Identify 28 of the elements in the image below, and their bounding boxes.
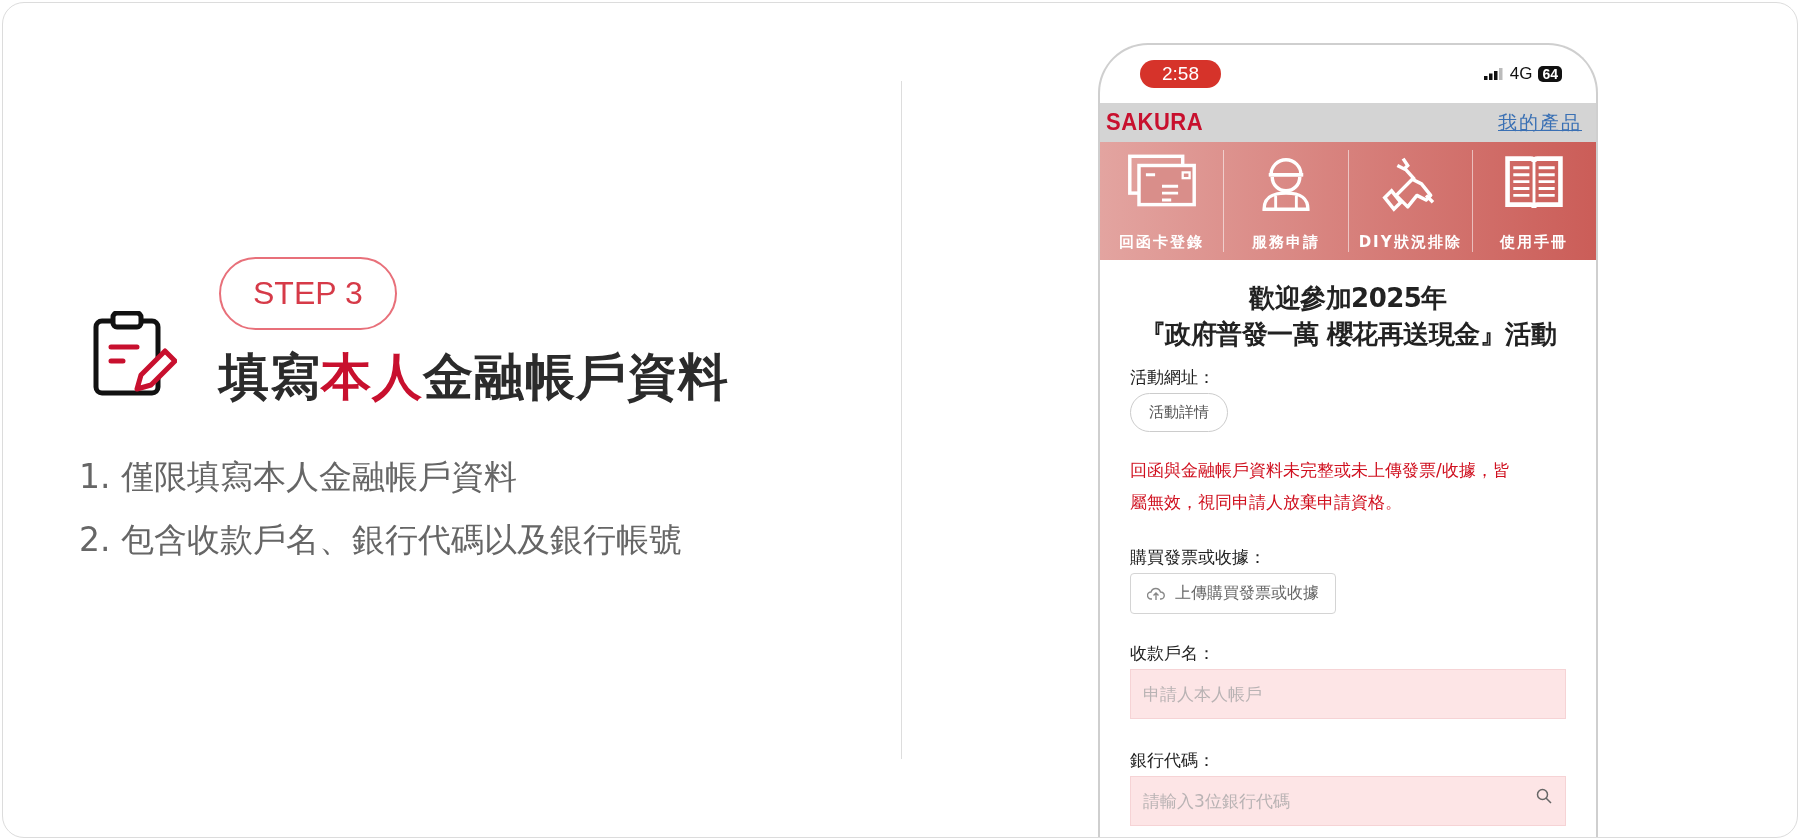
battery-level: 64 [1538, 66, 1562, 82]
cloud-upload-icon [1147, 586, 1165, 601]
brand-logo: SAKURA [1106, 108, 1204, 137]
nav-item[interactable]: DIY狀況排除 [1348, 150, 1473, 252]
nav-item[interactable]: 使用手冊 [1472, 150, 1596, 252]
signal-icon [1483, 68, 1504, 80]
account-name-field[interactable]: 申請人本人帳戶 [1130, 669, 1566, 719]
network-label: 4G [1509, 64, 1533, 84]
my-products-link[interactable]: 我的產品 [1498, 109, 1582, 136]
nav-item[interactable]: 服務申請 [1224, 150, 1349, 252]
step-title: 填寫本人金融帳戶資料 [219, 347, 729, 408]
instruction-text: 2. 包含收款戶名、銀行代碼以及銀行帳號 [79, 519, 683, 561]
envelope-icon [1127, 154, 1197, 207]
field-label: 購買發票或收據： [1130, 546, 1267, 569]
field-label: 活動網址： [1130, 366, 1216, 389]
page-title: 歡迎參加2025年 『政府普發一萬 櫻花再送現金』活動 [1138, 282, 1558, 351]
instruction-text: 1. 僅限填寫本人金融帳戶資料 [79, 456, 518, 498]
upload-button[interactable]: 上傳購買發票或收據 [1130, 573, 1336, 614]
event-details-button[interactable]: 活動詳情 [1130, 393, 1228, 432]
step-badge: STEP 3 [219, 257, 397, 330]
nav-item[interactable]: 回函卡登錄 [1100, 150, 1225, 252]
bank-code-field[interactable]: 請輸入3位銀行代碼 [1130, 776, 1566, 826]
warning-text: 回函與金融帳戶資料未完整或未上傳發票/收據，皆屬無效，視同申請人放棄申請資格。 [1130, 459, 1511, 514]
clipboard-pencil-icon [93, 311, 177, 397]
status-time: 2:58 [1140, 60, 1221, 88]
field-label: 銀行代碼： [1130, 749, 1216, 772]
field-label: 收款戶名： [1130, 642, 1216, 665]
search-icon [1536, 788, 1552, 804]
